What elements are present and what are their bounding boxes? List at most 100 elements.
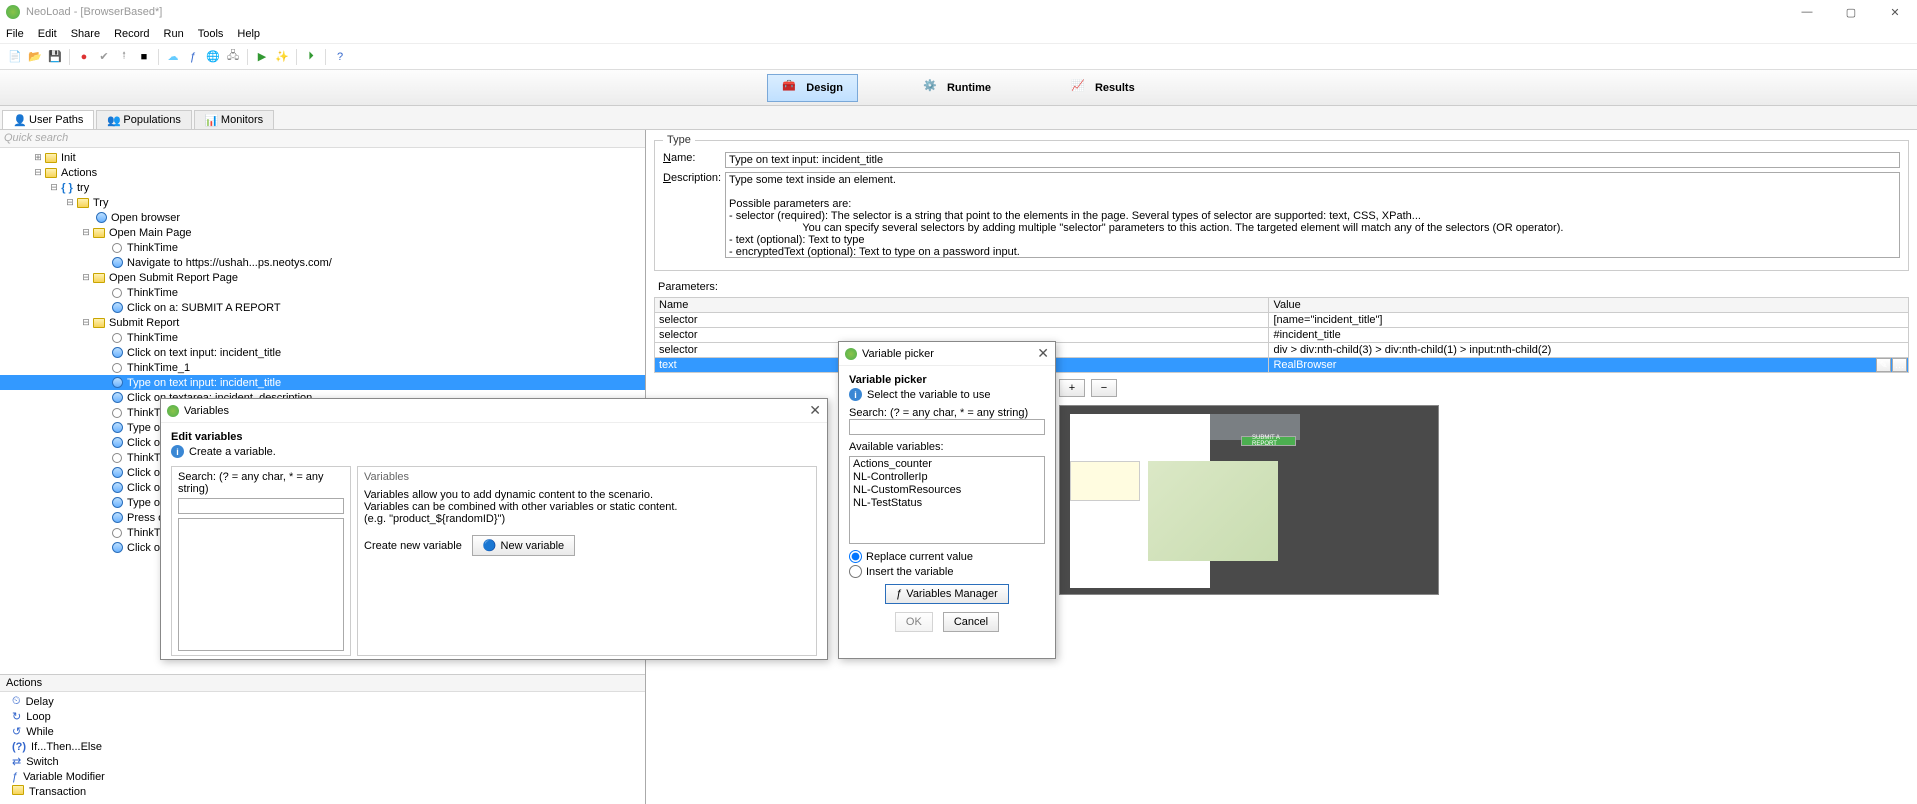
save-icon[interactable]: 💾 [46,48,64,66]
action-delay[interactable]: ⏲Delay [2,694,643,709]
picker-logo-icon [845,348,857,360]
action-loop[interactable]: ↻Loop [2,709,643,724]
browse-cell-icon[interactable]: … [1892,358,1907,372]
list-item[interactable]: NL-CustomResources [853,484,1041,497]
up-icon[interactable]: ⭫ [115,48,133,66]
mode-design[interactable]: 🧰 Design [767,74,858,102]
picker-title: Variable picker [862,348,934,360]
record-icon[interactable]: ● [75,48,93,66]
transaction-icon [12,785,24,798]
fx-icon[interactable]: ƒ [184,48,202,66]
action-while[interactable]: ↺While [2,724,643,739]
picker-search-label: Search: (? = any char, * = any string) [849,407,1045,419]
picker-heading: Variable picker [849,374,1045,386]
menu-tools[interactable]: Tools [198,28,224,40]
table-row: selector[name="incident_title"] [655,313,1909,328]
list-item[interactable]: Actions_counter [853,458,1041,471]
type-fieldset: Type Name: Description: [654,134,1909,271]
check-icon[interactable]: ✔ [95,48,113,66]
radio-replace[interactable]: Replace current value [849,550,1045,563]
info-icon: i [849,388,862,401]
app-logo-icon [6,5,20,19]
info-icon: i [171,445,184,458]
design-icon: 🧰 [782,79,800,97]
variables-close-button[interactable]: ✕ [809,402,821,419]
actions-panel: Actions ⏲Delay ↻Loop ↺While (?)If...Then… [0,674,645,804]
radio-insert[interactable]: Insert the variable [849,565,1045,578]
tab-user-paths[interactable]: 👤User Paths [2,110,94,129]
help-icon[interactable]: ? [331,48,349,66]
maximize-button[interactable]: ▢ [1829,0,1873,24]
play-icon[interactable]: ▶ [253,48,271,66]
variables-manager-button[interactable]: ƒVariables Manager [885,584,1009,604]
globe-icon[interactable]: 🌐 [204,48,222,66]
main-toolbar: 📄 📂 💾 ● ✔ ⭫ ■ ☁ ƒ 🌐 🖧 ▶ ✨ ⏵ ? [0,44,1917,70]
menu-edit[interactable]: Edit [38,28,57,40]
switch-icon: ⇄ [12,755,21,768]
action-transaction[interactable]: Transaction [2,784,643,799]
vars-listbox[interactable] [178,518,344,651]
cloud-icon[interactable]: ☁ [164,48,182,66]
window-title: NeoLoad - [BrowserBased*] [26,6,162,18]
loop-icon: ↻ [12,710,21,723]
menu-record[interactable]: Record [114,28,149,40]
menu-help[interactable]: Help [237,28,260,40]
action-switch[interactable]: ⇄Switch [2,754,643,769]
picker-search-input[interactable] [849,419,1045,435]
col-value[interactable]: Value [1269,298,1909,313]
add-param-button[interactable]: + [1059,379,1085,397]
stop-icon[interactable]: ■ [135,48,153,66]
parameters-label: Parameters: [658,281,1909,293]
dialog-logo-icon [167,405,179,417]
list-item[interactable]: NL-TestStatus [853,497,1041,510]
quick-search-input[interactable]: Quick search [0,130,645,148]
col-name[interactable]: Name [655,298,1269,313]
new-icon[interactable]: 📄 [6,48,24,66]
new-var-icon: 🔵 [483,539,497,552]
wand-icon[interactable]: ✨ [273,48,291,66]
vars-search-input[interactable] [178,498,344,514]
tree-selected-item: Type on text input: incident_title [0,375,645,390]
user-icon: 👤 [13,114,25,126]
name-input[interactable] [725,152,1900,168]
remove-param-button[interactable]: − [1091,379,1117,397]
variables-dialog: Variables ✕ Edit variables i Create a va… [160,398,828,660]
description-textarea[interactable] [725,172,1900,258]
mode-results[interactable]: 📈 Results [1056,74,1150,102]
results-icon: 📈 [1071,79,1089,97]
minimize-button[interactable]: — [1785,0,1829,24]
close-window-button[interactable]: ✕ [1873,0,1917,24]
menu-file[interactable]: File [6,28,24,40]
vm-icon: ƒ [896,588,902,600]
picker-close-button[interactable]: ✕ [1037,345,1049,362]
runtime-icon: ⚙️ [923,79,941,97]
run-icon[interactable]: ⏵ [302,48,320,66]
variables-heading: Edit variables [171,431,817,443]
name-label: Name: [663,152,717,164]
while-icon: ↺ [12,725,21,738]
picker-listbox[interactable]: Actions_counter NL-ControllerIp NL-Custo… [849,456,1045,544]
title-bar: NeoLoad - [BrowserBased*] — ▢ ✕ [0,0,1917,24]
mode-runtime[interactable]: ⚙️ Runtime [908,74,1006,102]
create-var-label: Create new variable [364,540,462,552]
edit-cell-icon[interactable]: ✎ [1876,358,1891,372]
list-item[interactable]: NL-ControllerIp [853,471,1041,484]
cancel-button[interactable]: Cancel [943,612,999,632]
menu-share[interactable]: Share [71,28,100,40]
action-if[interactable]: (?)If...Then...Else [2,739,643,754]
tab-monitors[interactable]: 📊Monitors [194,110,274,129]
action-varmod[interactable]: ƒVariable Modifier [2,769,643,784]
menu-run[interactable]: Run [164,28,184,40]
mode-bar: 🧰 Design ⚙️ Runtime 📈 Results [0,70,1917,106]
open-icon[interactable]: 📂 [26,48,44,66]
server-icon[interactable]: 🖧 [224,48,242,66]
menu-bar: File Edit Share Record Run Tools Help [0,24,1917,44]
description-label: Description: [663,172,717,184]
tabs-bar: 👤User Paths 👥Populations 📊Monitors [0,106,1917,130]
monitors-icon: 📊 [205,114,217,126]
variable-picker-dialog: Variable picker ✕ Variable picker iSelec… [838,341,1056,659]
tab-populations[interactable]: 👥Populations [96,110,192,129]
variables-dialog-title: Variables [184,405,229,417]
picker-available-label: Available variables: [849,441,1045,453]
new-variable-button[interactable]: 🔵New variable [472,535,575,556]
